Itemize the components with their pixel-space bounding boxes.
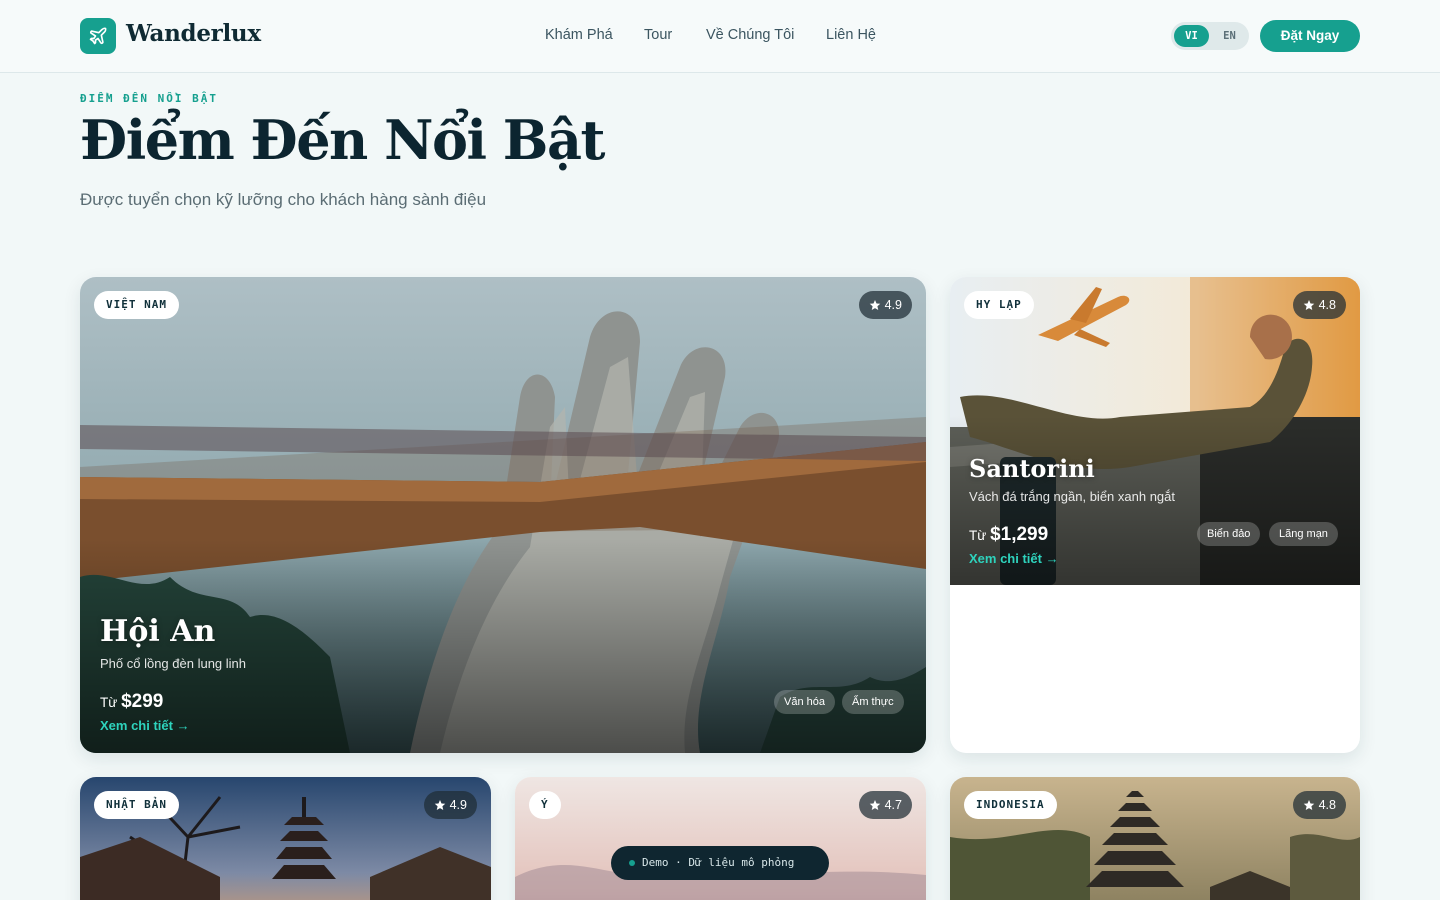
destination-card-indonesia[interactable]: INDONESIA 4.8 (950, 777, 1360, 900)
book-now-button[interactable]: Đặt Ngay (1260, 20, 1360, 52)
destination-card-hoi-an[interactable]: VIỆT NAM 4.9 Hội An Phố cổ lồng đèn lung… (80, 277, 926, 753)
tag-chip: Văn hóa (774, 690, 835, 714)
nav-item-contact[interactable]: Liên Hệ (826, 27, 876, 43)
hoi-an-image (80, 277, 926, 753)
card-title: Santorini (969, 454, 1095, 483)
card-description: Vách đá trắng ngần, biển xanh ngắt (969, 489, 1175, 504)
rating-value: 4.8 (1318, 298, 1336, 312)
price-value: $299 (121, 691, 164, 712)
view-details-label: Xem chi tiết (969, 551, 1042, 566)
country-badge: VIỆT NAM (94, 291, 179, 319)
nav-item-tour[interactable]: Tour (644, 27, 672, 43)
price-prefix: Từ (969, 528, 987, 543)
rating-badge: 4.9 (423, 791, 477, 819)
lang-en-button[interactable]: EN (1213, 25, 1246, 47)
card-price: Từ $1,299 (969, 524, 1048, 546)
card-description: Phố cổ lồng đèn lung linh (100, 656, 247, 671)
star-icon (869, 300, 880, 310)
section-eyebrow: ĐIỂM ĐẾN NỔI BẬT (80, 92, 218, 105)
rating-badge: 4.7 (858, 791, 912, 819)
plane-icon[interactable] (80, 18, 116, 54)
rating-badge: 4.9 (858, 291, 912, 319)
tag-chip: Biển đảo (1197, 522, 1261, 546)
star-icon (869, 800, 880, 810)
rating-value: 4.8 (1318, 798, 1336, 812)
lang-vi-button[interactable]: VI (1174, 25, 1209, 47)
tag-chip: Ẩm thực (842, 690, 904, 714)
page-subtitle: Được tuyển chọn kỹ lưỡng cho khách hàng … (80, 190, 487, 209)
brand-name[interactable]: Wanderlux (126, 20, 261, 47)
star-icon (1303, 300, 1314, 310)
rating-value: 4.9 (449, 798, 467, 812)
arrow-right-icon: → (176, 718, 190, 733)
card-price: Từ $299 (100, 691, 163, 713)
demo-label: Demo · Dữ liệu mô phỏng (642, 856, 795, 869)
tag-chip: Lãng mạn (1269, 522, 1338, 546)
site-header: Wanderlux Khám Phá Tour Về Chúng Tôi Liê… (0, 0, 1440, 73)
status-dot-icon (629, 860, 635, 866)
view-details-link[interactable]: Xem chi tiết → (100, 718, 190, 733)
nav-item-explore[interactable]: Khám Phá (545, 27, 613, 43)
view-details-label: Xem chi tiết (100, 718, 173, 733)
price-prefix: Từ (100, 695, 118, 710)
destination-card-italy[interactable]: Ý 4.7 (515, 777, 926, 900)
country-badge: INDONESIA (964, 791, 1057, 819)
destination-card-japan[interactable]: NHẬT BẢN 4.9 (80, 777, 491, 900)
star-icon (434, 800, 445, 810)
arrow-right-icon: → (1045, 551, 1059, 566)
card-title: Hội An (100, 614, 216, 649)
country-badge: Ý (529, 791, 561, 819)
rating-badge: 4.8 (1292, 291, 1346, 319)
rating-badge: 4.8 (1292, 791, 1346, 819)
rating-value: 4.9 (884, 298, 902, 312)
view-details-link[interactable]: Xem chi tiết → (969, 551, 1059, 566)
country-badge: HY LẠP (964, 291, 1034, 319)
star-icon (1303, 800, 1314, 810)
demo-badge: Demo · Dữ liệu mô phỏng (611, 846, 829, 880)
page-title: Điểm Đến Nổi Bật (80, 108, 605, 172)
country-badge: NHẬT BẢN (94, 791, 179, 819)
destination-card-santorini[interactable]: HY LẠP 4.8 Santorini Vách đá trắng ngần,… (950, 277, 1360, 753)
nav-item-about[interactable]: Về Chúng Tôi (706, 27, 794, 43)
rating-value: 4.7 (884, 798, 902, 812)
language-toggle: VI EN (1171, 22, 1249, 50)
price-value: $1,299 (990, 524, 1049, 545)
